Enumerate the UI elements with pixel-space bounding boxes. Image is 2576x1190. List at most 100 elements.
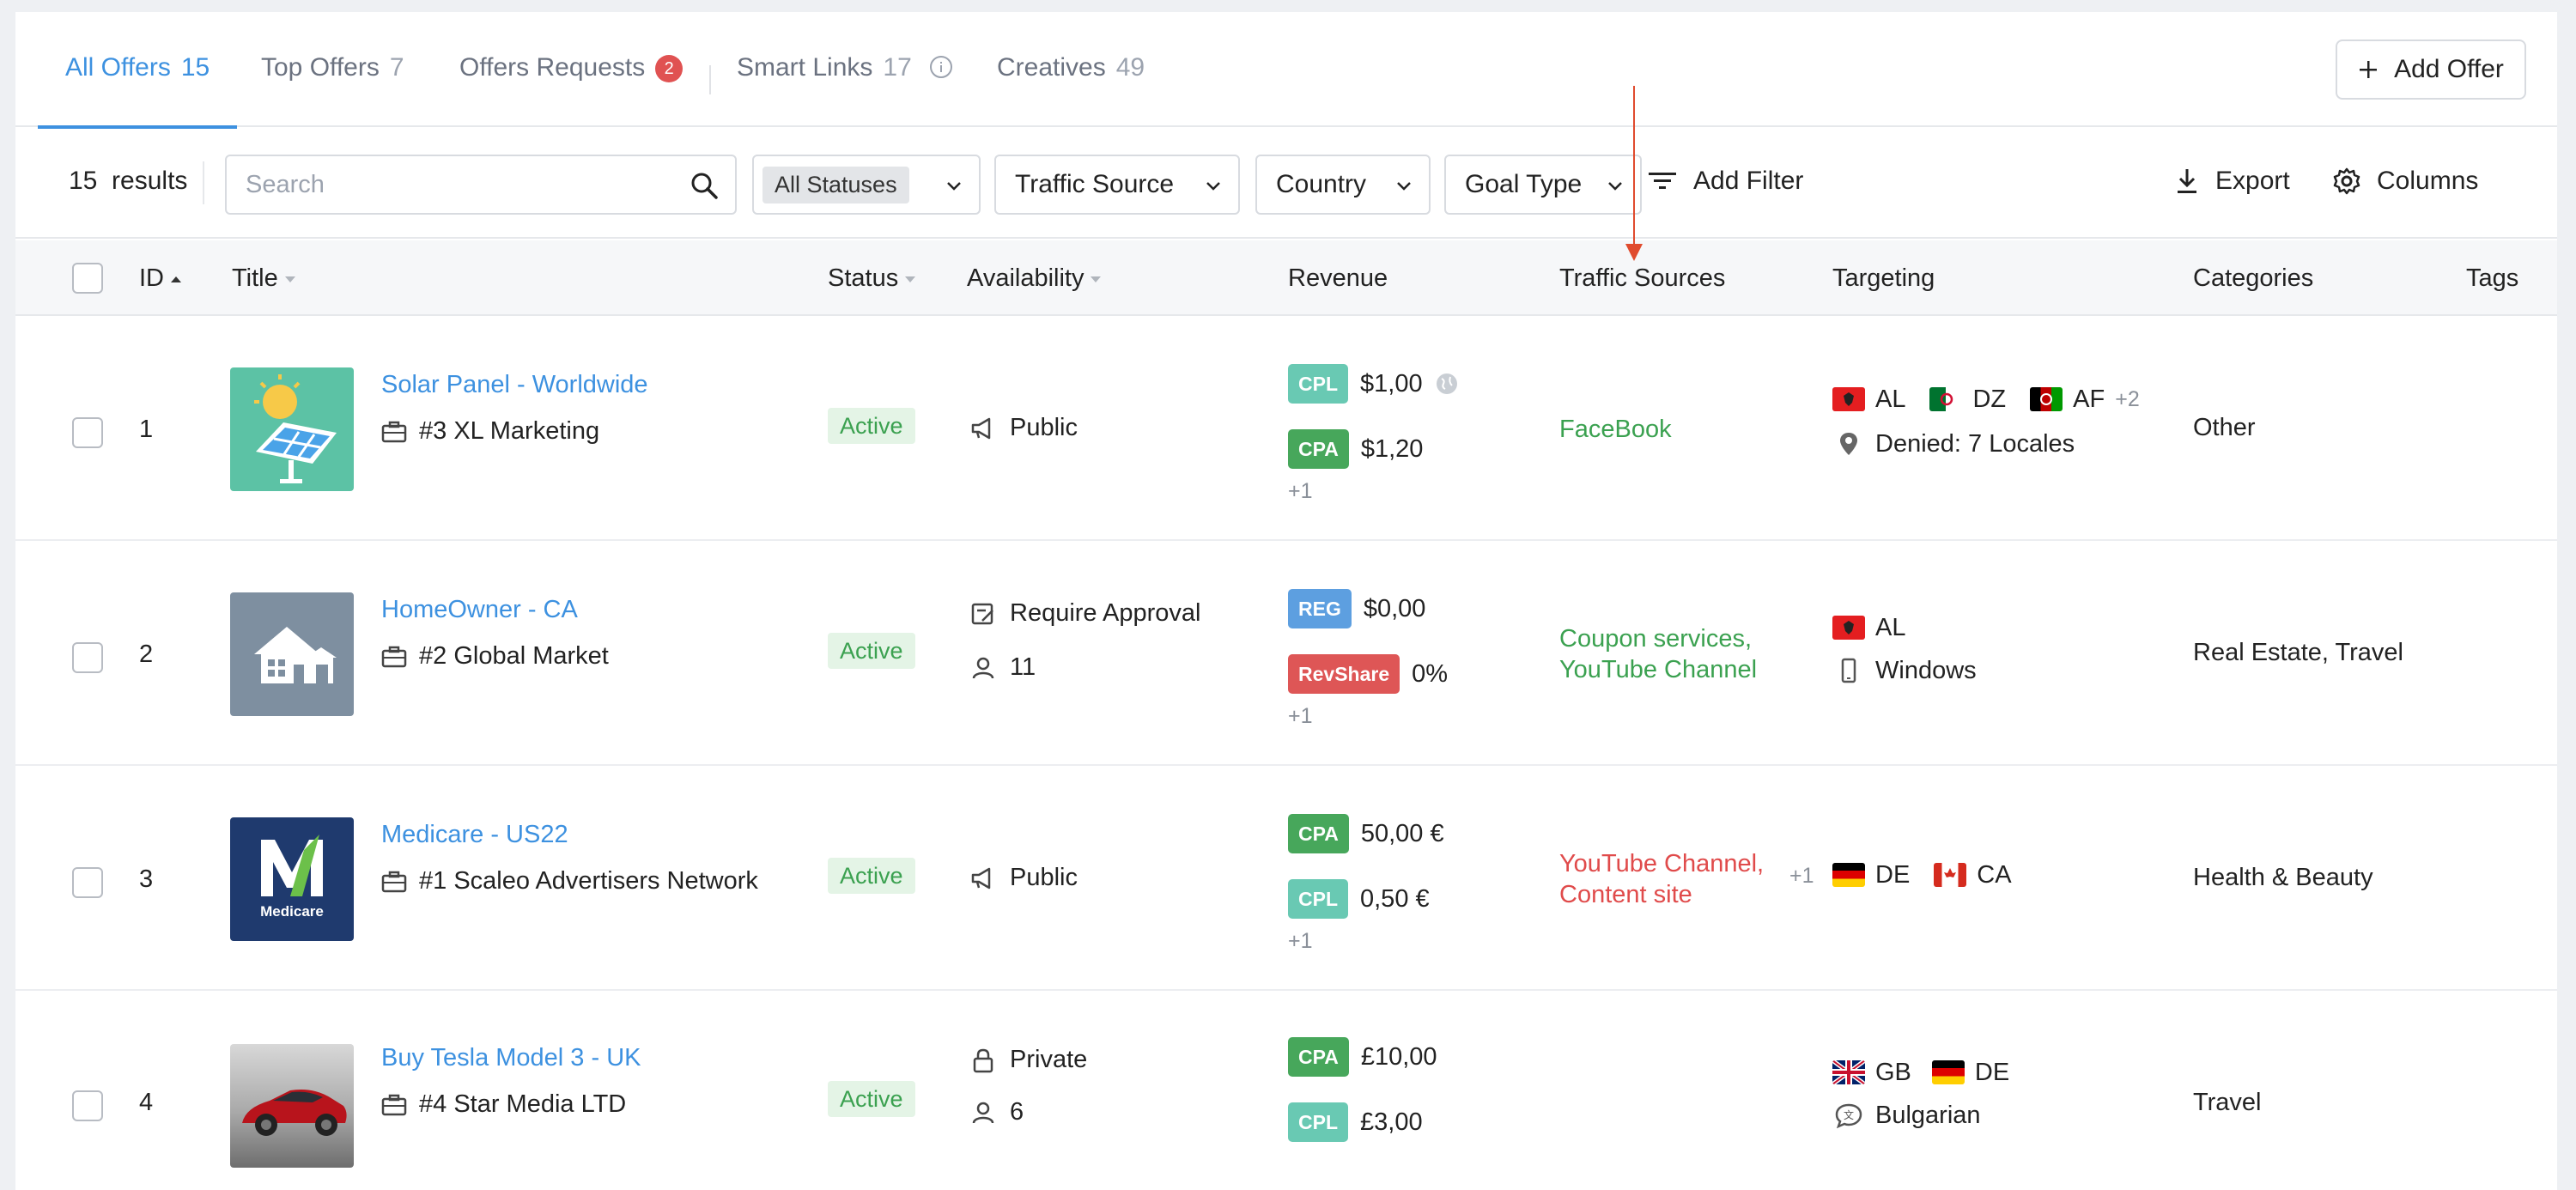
column-status[interactable]: Status <box>828 264 916 293</box>
country-select[interactable]: Country <box>1255 155 1431 215</box>
goal-tag: CPA <box>1288 814 1349 853</box>
offer-title-link[interactable]: Buy Tesla Model 3 - UK <box>381 1044 641 1072</box>
mobile-icon <box>1841 658 1856 683</box>
tab-creatives[interactable]: Creatives 49 <box>997 53 1145 127</box>
search-box <box>225 155 737 215</box>
annotation-arrow <box>1625 86 1643 261</box>
row-checkbox[interactable] <box>72 417 103 448</box>
column-title[interactable]: Title <box>232 264 295 293</box>
status-badge: Active <box>828 408 915 444</box>
globe-icon <box>1436 373 1457 394</box>
revenue-value: £10,00 <box>1360 1042 1437 1071</box>
revenue-value: £3,00 <box>1360 1108 1423 1136</box>
megaphone-icon <box>971 867 991 889</box>
search-input[interactable] <box>246 156 658 213</box>
traffic-sources-more[interactable]: +1 <box>1789 864 1814 889</box>
targeting-cell: AL Windows <box>1832 606 1977 692</box>
columns-label: Columns <box>2377 167 2479 195</box>
info-icon[interactable] <box>929 55 953 79</box>
results-count: 15 results <box>69 167 188 195</box>
export-button[interactable]: Export <box>2174 167 2290 196</box>
chevron-down-icon <box>1397 182 1411 191</box>
status-badge: Active <box>828 633 915 669</box>
revenue-value: $1,20 <box>1360 434 1424 463</box>
column-availability[interactable]: Availability <box>967 264 1102 293</box>
offer-id: 4 <box>139 1089 154 1116</box>
goal-tag: CPL <box>1288 879 1348 919</box>
revenue-more[interactable]: +1 <box>1288 704 1448 729</box>
table-row[interactable]: 1 Solar Panel - Worldwide #3 XL Marketin… <box>15 318 2557 541</box>
targeting-more[interactable]: +2 <box>2115 387 2140 412</box>
availability: Public <box>970 414 1078 442</box>
medicare-logo <box>261 835 323 896</box>
gear-icon <box>2333 167 2360 195</box>
flag-al-icon <box>1832 387 1865 411</box>
offer-thumbnail <box>230 367 354 491</box>
goal-tag: CPL <box>1288 364 1348 404</box>
columns-button[interactable]: Columns <box>2332 167 2478 196</box>
tab-smart-links[interactable]: Smart Links 17 <box>737 53 953 127</box>
offer-advertiser: #3 XL Marketing <box>381 417 599 446</box>
download-icon <box>2178 169 2196 193</box>
flag-dz-icon <box>1929 387 1963 411</box>
revenue-value: $0,00 <box>1363 594 1426 622</box>
status-select-value: All Statuses <box>762 166 909 203</box>
tab-label: All Offers <box>65 53 171 82</box>
add-filter-button[interactable]: Add Filter <box>1647 167 1803 196</box>
revenue-more[interactable]: +1 <box>1288 929 1444 954</box>
table-row[interactable]: 3 Medicare Medicare - US22 #1 Scaleo Adv… <box>15 768 2557 991</box>
targeting-cell: GB DE 文 Bulgarian <box>1832 1051 2009 1137</box>
search-icon[interactable] <box>689 170 720 201</box>
tab-top-offers[interactable]: Top Offers 7 <box>261 53 404 127</box>
add-offer-label: Add Offer <box>2394 55 2504 83</box>
svg-text:文: 文 <box>1844 1108 1854 1121</box>
row-checkbox[interactable] <box>72 867 103 898</box>
row-checkbox[interactable] <box>72 642 103 673</box>
revenue-cell: CPL $1,00 CPA $1,20 +1 <box>1288 362 1459 504</box>
tab-label: Top Offers <box>261 53 380 82</box>
offer-thumbnail <box>230 592 354 716</box>
tab-offers-requests[interactable]: Offers Requests 2 <box>459 53 683 127</box>
status-select[interactable]: All Statuses <box>752 155 981 215</box>
medicare-logo-text: Medicare <box>260 903 324 920</box>
table-row[interactable]: 4 Buy Tesla Model 3 - UK #4 Star Media L… <box>15 993 2557 1190</box>
flag-gb-icon <box>1832 1060 1865 1084</box>
requests-badge: 2 <box>655 55 683 82</box>
offer-title-link[interactable]: Solar Panel - Worldwide <box>381 371 648 399</box>
offer-id: 1 <box>139 416 154 443</box>
traffic-source-select[interactable]: Traffic Source <box>994 155 1240 215</box>
column-id[interactable]: ID <box>139 264 181 293</box>
traffic-source-label: Traffic Source <box>1015 170 1175 198</box>
goal-tag: CPA <box>1288 429 1349 469</box>
tab-label: Offers Requests <box>459 53 646 82</box>
offer-title-link[interactable]: Medicare - US22 <box>381 821 568 849</box>
tab-label: Smart Links <box>737 53 873 82</box>
flag-af-icon <box>2030 387 2063 411</box>
tab-bar: All Offers 15 Top Offers 7 Offers Requests… <box>15 12 2557 129</box>
revenue-value: 50,00 € <box>1360 819 1444 847</box>
column-traffic-sources: Traffic Sources <box>1559 264 1726 292</box>
revenue-more[interactable]: +1 <box>1288 479 1459 504</box>
row-checkbox[interactable] <box>72 1090 103 1121</box>
goal-tag: CPL <box>1288 1102 1348 1142</box>
revenue-cell: CPA 50,00 € CPL 0,50 € +1 <box>1288 812 1444 954</box>
table-row[interactable]: 2 HomeOwner - CA #2 Global Market Active… <box>15 543 2557 766</box>
offer-id: 2 <box>139 641 154 668</box>
tab-all-offers[interactable]: All Offers 15 <box>37 53 238 129</box>
tab-label: Creatives <box>997 53 1106 82</box>
goal-type-select[interactable]: Goal Type <box>1444 155 1642 215</box>
flag-de-icon <box>1832 863 1865 887</box>
export-label: Export <box>2215 167 2290 195</box>
revenue-cell: REG $0,00 RevShare 0% +1 <box>1288 587 1448 729</box>
select-all-checkbox[interactable] <box>72 263 103 294</box>
goal-tag: REG <box>1288 589 1352 628</box>
offer-title-link[interactable]: HomeOwner - CA <box>381 596 578 624</box>
approval-icon <box>971 603 993 624</box>
plus-icon <box>2360 61 2378 78</box>
chevron-down-icon <box>1608 182 1622 191</box>
availability: Private 6 <box>970 1046 1087 1126</box>
sort-icon <box>1091 276 1102 282</box>
column-revenue: Revenue <box>1288 264 1388 292</box>
categories: Travel <box>2193 1089 2262 1116</box>
add-offer-button[interactable]: Add Offer <box>2336 39 2526 100</box>
